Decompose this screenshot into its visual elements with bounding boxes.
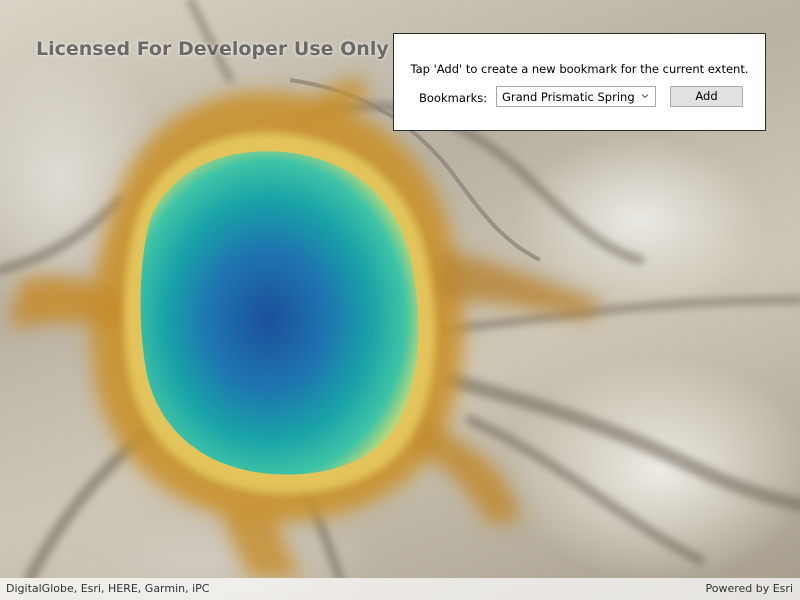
instructions-text: Tap 'Add' to create a new bookmark for t…	[410, 62, 749, 76]
attribution-text[interactable]: DigitalGlobe, Esri, HERE, Garmin, iPC	[6, 582, 210, 595]
license-watermark: Licensed For Developer Use Only	[36, 38, 389, 60]
bookmarks-label: Bookmarks:	[419, 91, 488, 105]
chevron-down-icon	[641, 94, 649, 99]
add-bookmark-button[interactable]: Add	[670, 86, 743, 107]
bookmarks-dropdown[interactable]: Grand Prismatic Spring	[496, 86, 656, 107]
app-window: Licensed For Developer Use Only Tap 'Add…	[0, 0, 800, 600]
spring-pool	[140, 151, 419, 475]
bookmark-panel: Tap 'Add' to create a new bookmark for t…	[393, 33, 766, 131]
attribution-bar: DigitalGlobe, Esri, HERE, Garmin, iPC Po…	[0, 578, 800, 600]
powered-by-text[interactable]: Powered by Esri	[705, 582, 793, 595]
selected-bookmark: Grand Prismatic Spring	[502, 90, 635, 104]
